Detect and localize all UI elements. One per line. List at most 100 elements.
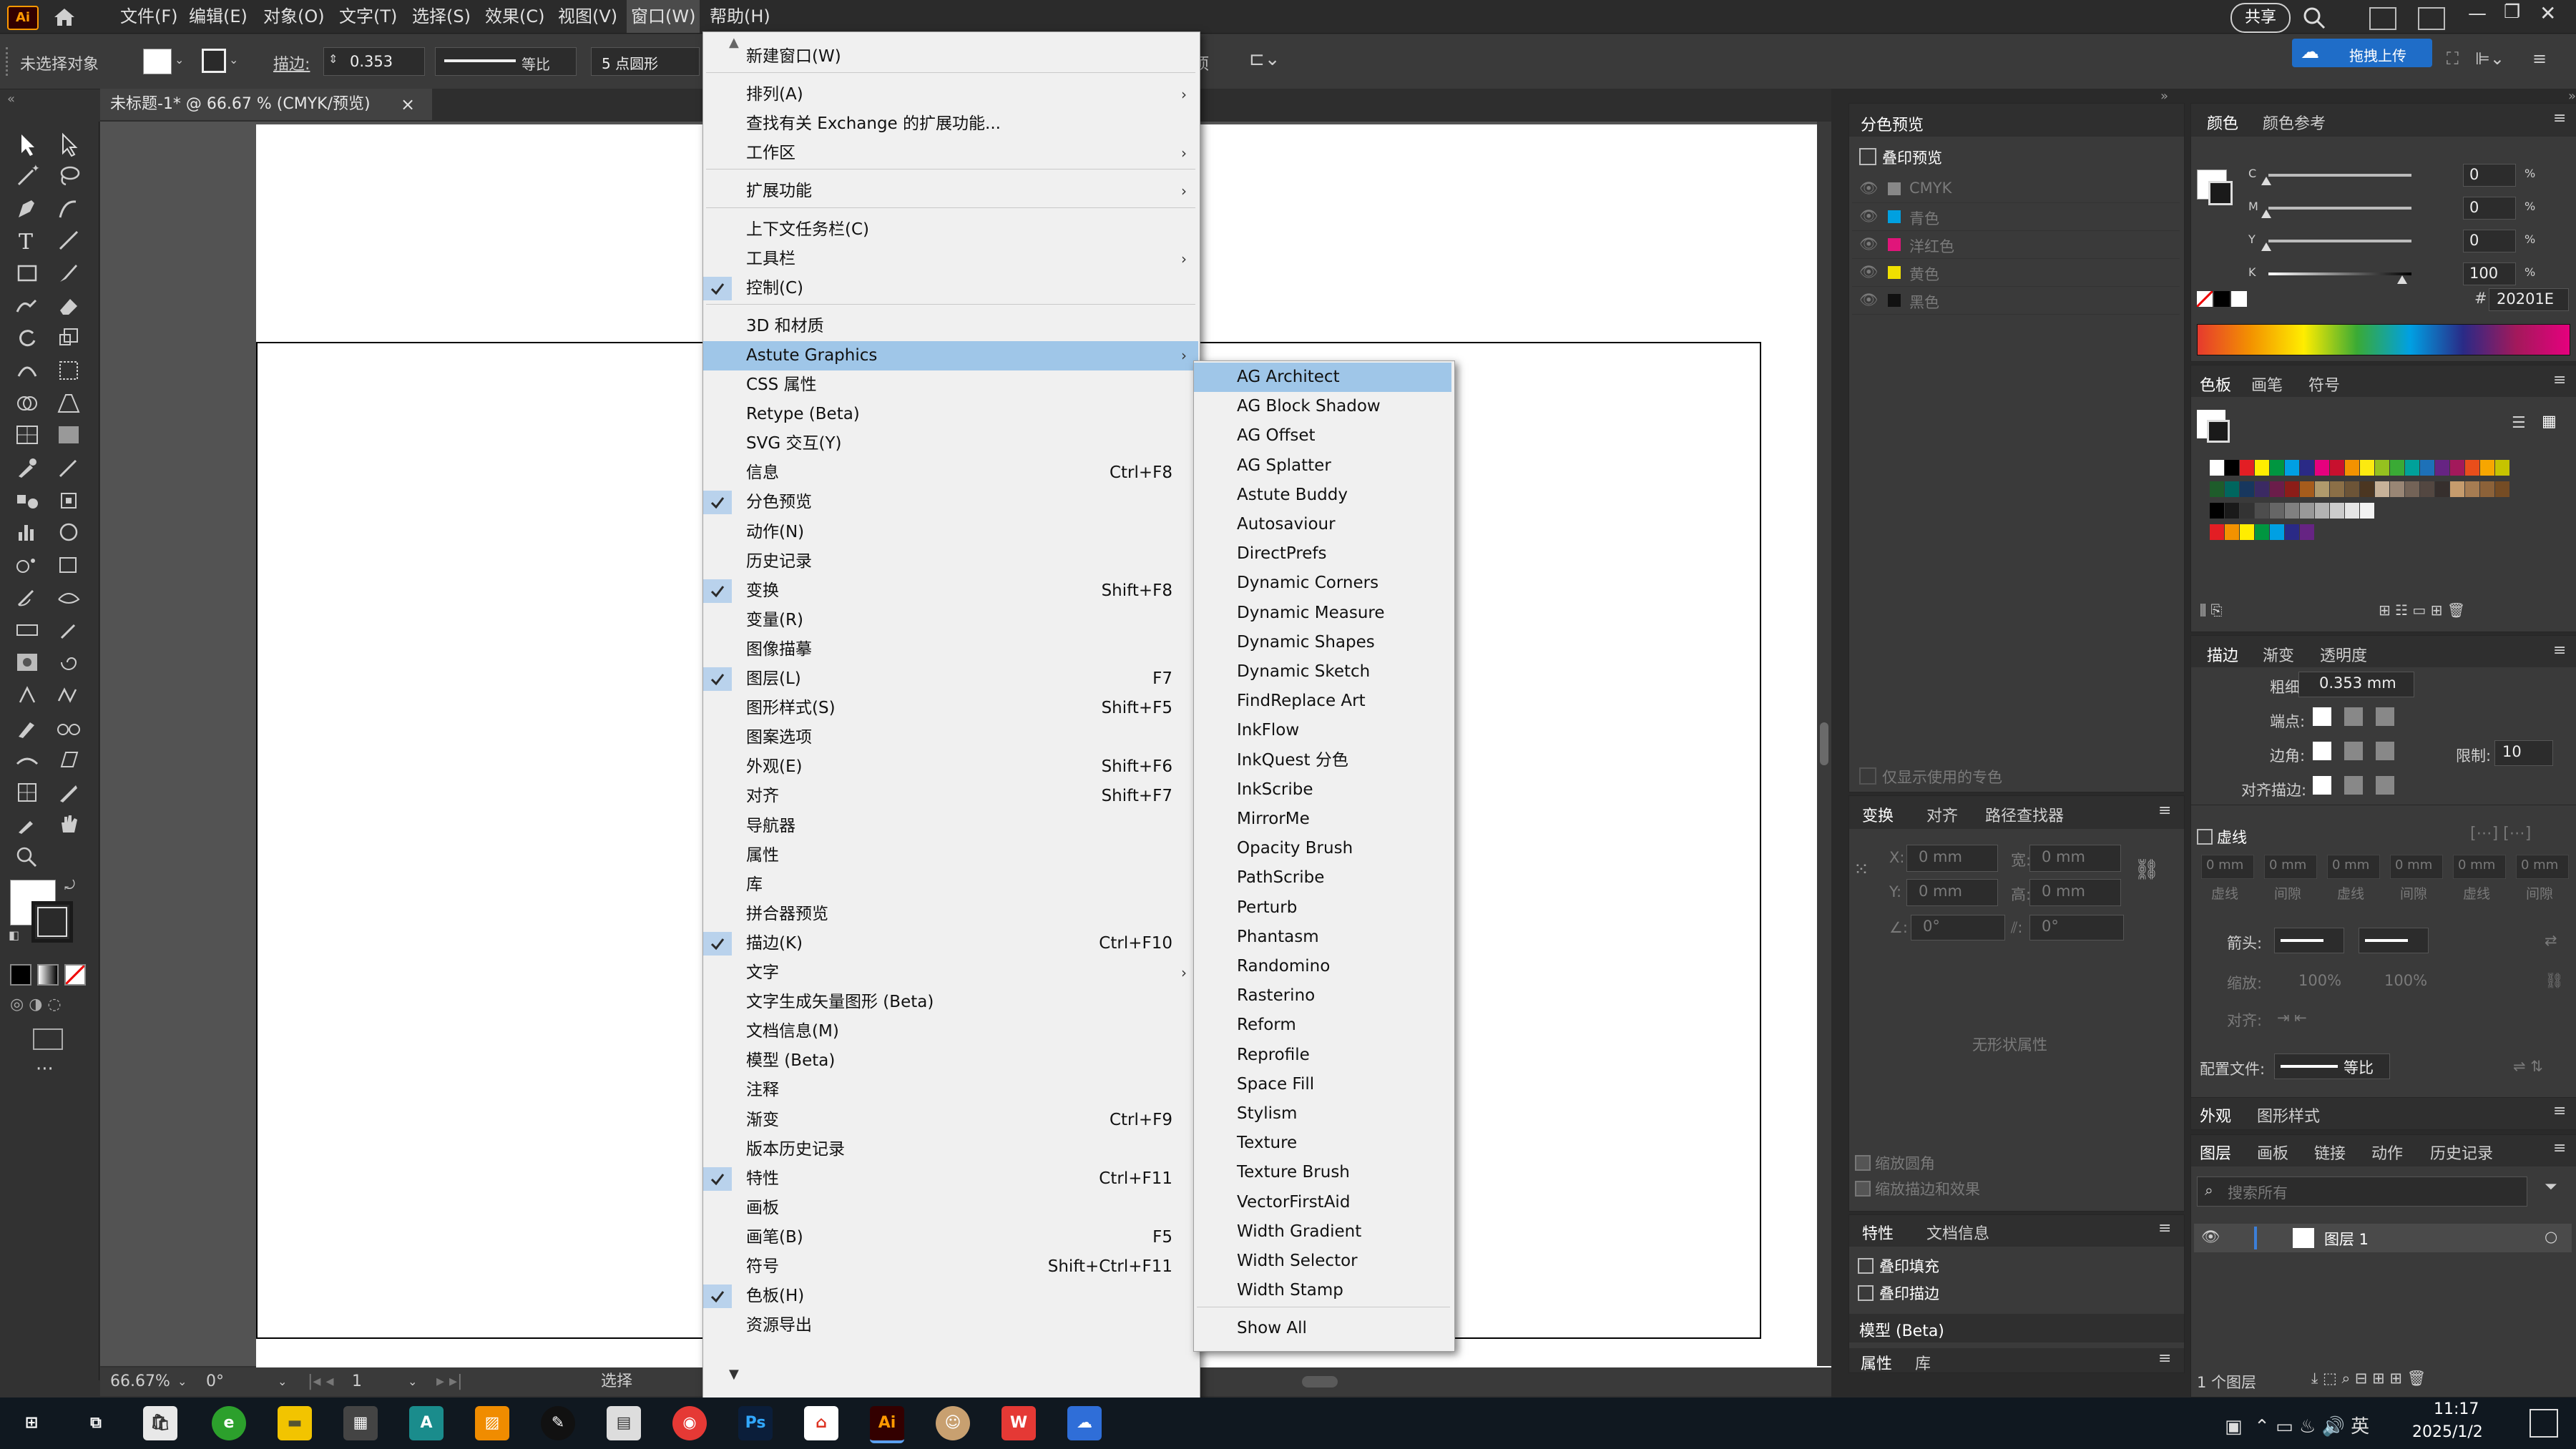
astute-submenu-item[interactable]: Rasterino [1194, 981, 1451, 1011]
astute-submenu-item[interactable]: InkScribe [1194, 775, 1451, 805]
gradient-mode-icon[interactable] [37, 964, 59, 986]
astute-submenu-item[interactable]: AG Offset [1194, 421, 1451, 451]
panel-menu-icon[interactable]: ≡ [2553, 1102, 2566, 1120]
y-field[interactable]: 0 mm [1906, 879, 1998, 906]
eraser-tool-icon[interactable] [54, 293, 83, 319]
last-artboard-icon[interactable]: ▸ ▸| [436, 1367, 463, 1396]
store-icon[interactable]: 🛍 [143, 1406, 177, 1440]
black-swatch[interactable] [2214, 291, 2230, 307]
app-tool-icon[interactable]: ✎ [541, 1406, 575, 1440]
astute-submenu-item[interactable]: AG Splatter [1194, 451, 1451, 481]
color-swatch[interactable] [2435, 481, 2449, 497]
tab-brushes[interactable]: 画笔 [2251, 373, 2283, 396]
swatch-libraries-icon[interactable]: ⫼ ⎘ [2200, 601, 2223, 619]
twirl-tool-icon[interactable] [54, 649, 83, 675]
column-graph-tool-icon[interactable] [13, 519, 41, 545]
calculator-icon[interactable]: ▦ [343, 1406, 378, 1440]
window-menu-item[interactable]: 文字 › [703, 958, 1198, 988]
image-trace-tool-icon[interactable] [13, 649, 41, 675]
zoom-tool-icon[interactable] [13, 844, 41, 870]
eye-icon[interactable]: 👁 [1859, 180, 1879, 197]
color-swatch[interactable] [2255, 460, 2269, 476]
astute-submenu-item[interactable]: DirectPrefs [1194, 539, 1451, 569]
overprint-fill-checkbox[interactable] [1858, 1258, 1874, 1274]
color-swatch[interactable] [2420, 460, 2434, 476]
crop-tool-icon[interactable] [13, 780, 41, 805]
paint-app-icon[interactable]: ▤ [607, 1406, 641, 1440]
butt-cap-icon[interactable] [2313, 707, 2331, 726]
tab-transform[interactable]: 变换 [1862, 803, 1894, 826]
color-swatch[interactable] [2300, 460, 2314, 476]
scroll-down-icon[interactable]: ▼ [729, 1367, 739, 1382]
window-menu-item[interactable]: 分色预览 [703, 488, 1198, 517]
color-swatch[interactable] [2285, 524, 2299, 540]
panel-menu-icon[interactable]: ≡ [2158, 1219, 2171, 1237]
height-field[interactable]: 0 mm [2029, 879, 2121, 906]
dash-field[interactable]: 0 mm [2201, 855, 2254, 879]
stepper-icon[interactable]: ⇕ [328, 52, 338, 66]
warp-tool-icon[interactable] [13, 358, 41, 383]
workspace-icon[interactable] [2418, 7, 2445, 30]
layer-actions-icons[interactable]: ⤓ ⬚ ⌕ ⊟ ⊞ ⊞ 🗑 [2311, 1370, 2426, 1387]
channel-field[interactable]: 0 [2463, 230, 2516, 252]
window-menu-item[interactable]: 文档信息(M) [703, 1017, 1198, 1046]
round-join-icon[interactable] [2344, 742, 2363, 760]
home-icon[interactable] [50, 4, 79, 29]
screen-mode-icon[interactable] [33, 1028, 63, 1050]
slider-thumb[interactable] [2261, 177, 2271, 185]
zigzag-tool-icon[interactable] [54, 682, 83, 708]
panel-menu-icon[interactable]: ≡ [2553, 1139, 2566, 1157]
free-transform-tool-icon[interactable] [54, 358, 83, 383]
window-menu-item[interactable]: 库 [703, 870, 1198, 900]
window-menu-item[interactable]: 变量(R) [703, 606, 1198, 635]
align-options-icon[interactable]: ⊏⌄ [1249, 49, 1280, 70]
align-outside-icon[interactable] [2376, 776, 2394, 795]
astute-submenu-item[interactable]: Dynamic Shapes [1194, 628, 1451, 657]
ink-row[interactable]: 👁 洋红色 [1852, 232, 2180, 259]
brush-scatter-tool-icon[interactable] [54, 618, 83, 644]
color-swatch[interactable] [2240, 503, 2254, 519]
arrange-documents-icon[interactable] [2369, 7, 2396, 30]
ink-row[interactable]: 👁 青色 [1852, 205, 2180, 231]
cmyk-slider-row[interactable]: C 0% [2248, 164, 2563, 192]
dash-align-icon[interactable]: [⋯] [⋯] [2470, 825, 2531, 843]
slider-thumb[interactable] [2261, 242, 2271, 251]
fill-swatch[interactable] [143, 49, 172, 74]
glasses-tool-icon[interactable] [54, 715, 83, 741]
magic-wand-tool-icon[interactable]: ✦ [13, 163, 41, 189]
window-menu-item[interactable]: 排列(A) › [703, 80, 1198, 109]
collapse-arrows-icon[interactable]: « [7, 92, 15, 107]
window-menu-item[interactable]: 信息 Ctrl+F8 [703, 458, 1198, 488]
slider-thumb[interactable] [2261, 210, 2271, 218]
width-field[interactable]: 0 mm [2029, 845, 2121, 872]
channel-field[interactable]: 100 [2463, 262, 2516, 285]
slice-tool-icon[interactable] [13, 585, 41, 611]
window-menu-item[interactable]: 新建窗口(W) [703, 42, 1198, 72]
color-swatch[interactable] [2345, 503, 2359, 519]
scale-strokes-checkbox[interactable] [1855, 1181, 1871, 1197]
tab-layers[interactable]: 图层 [2200, 1141, 2231, 1164]
menu-window[interactable]: 窗口(W) [627, 0, 700, 33]
cmyk-slider-row[interactable]: K 100% [2248, 262, 2563, 291]
menu-effect[interactable]: 效果(C) [481, 0, 549, 33]
astute-submenu-item[interactable]: Space Fill [1194, 1070, 1451, 1099]
color-swatch[interactable] [2495, 460, 2509, 476]
limit-field[interactable]: 10 [2494, 740, 2553, 766]
window-menu-item[interactable]: 色板(H) [703, 1282, 1198, 1311]
astute-submenu-item[interactable]: InkQuest 分色 [1194, 746, 1451, 775]
ink-row[interactable]: 👁 黄色 [1852, 260, 2180, 287]
menu-type[interactable]: 文字(T) [335, 0, 401, 33]
window-menu-item[interactable]: 描边(K) Ctrl+F10 [703, 929, 1198, 958]
close-tab-icon[interactable]: × [401, 89, 415, 120]
astute-submenu-item[interactable]: Stylism [1194, 1099, 1451, 1129]
tab-color[interactable]: 颜色 [2207, 111, 2238, 134]
eye-icon[interactable]: 👁 [1859, 235, 1879, 253]
flip-profile-icon[interactable]: ⇌ ⇅ [2513, 1058, 2543, 1075]
tray-icons[interactable]: ▣ ⌃ ▭ ♨ 🔊 英 [2225, 1412, 2369, 1438]
color-swatch[interactable] [2390, 460, 2404, 476]
color-swatch[interactable] [2210, 524, 2224, 540]
shear-tool-icon[interactable] [54, 747, 83, 772]
eye-icon[interactable]: 👁 [1859, 263, 1879, 281]
color-swatch[interactable] [2225, 503, 2239, 519]
smooth-tool-icon[interactable] [13, 747, 41, 772]
